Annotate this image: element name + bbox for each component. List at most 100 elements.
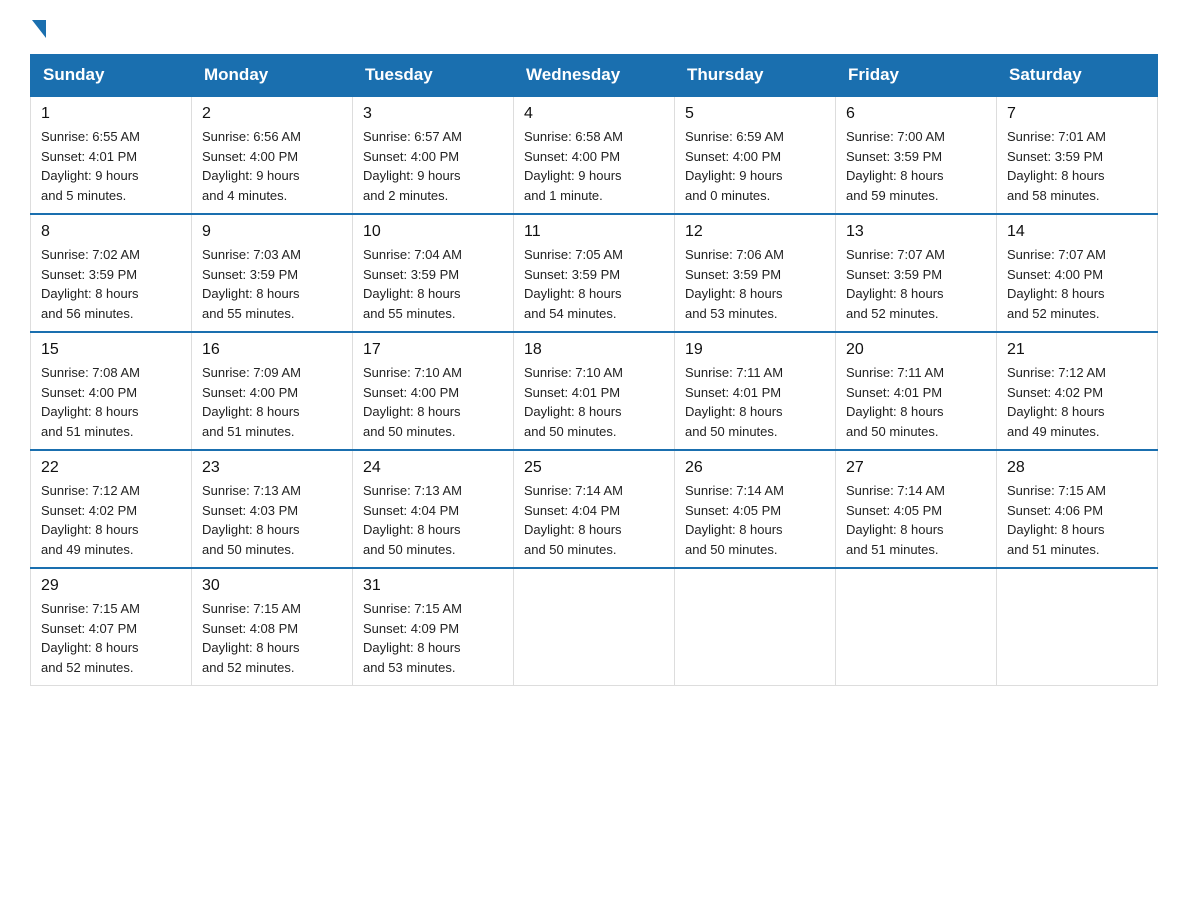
day-info: Sunrise: 7:09 AMSunset: 4:00 PMDaylight:…: [202, 363, 342, 441]
day-number: 13: [846, 223, 986, 241]
calendar-day-cell: 12 Sunrise: 7:06 AMSunset: 3:59 PMDaylig…: [675, 214, 836, 332]
day-number: 27: [846, 459, 986, 477]
calendar-day-cell: 3 Sunrise: 6:57 AMSunset: 4:00 PMDayligh…: [353, 96, 514, 214]
calendar-day-cell: 30 Sunrise: 7:15 AMSunset: 4:08 PMDaylig…: [192, 568, 353, 686]
page-header: [30, 20, 1158, 34]
day-info: Sunrise: 7:08 AMSunset: 4:00 PMDaylight:…: [41, 363, 181, 441]
day-info: Sunrise: 7:06 AMSunset: 3:59 PMDaylight:…: [685, 245, 825, 323]
calendar-day-cell: 8 Sunrise: 7:02 AMSunset: 3:59 PMDayligh…: [31, 214, 192, 332]
calendar-day-cell: 5 Sunrise: 6:59 AMSunset: 4:00 PMDayligh…: [675, 96, 836, 214]
calendar-header-tuesday: Tuesday: [353, 55, 514, 97]
calendar-day-cell: 25 Sunrise: 7:14 AMSunset: 4:04 PMDaylig…: [514, 450, 675, 568]
day-number: 21: [1007, 341, 1147, 359]
day-number: 4: [524, 105, 664, 123]
calendar-day-cell: 28 Sunrise: 7:15 AMSunset: 4:06 PMDaylig…: [997, 450, 1158, 568]
day-number: 22: [41, 459, 181, 477]
calendar-day-cell: [997, 568, 1158, 686]
calendar-header-sunday: Sunday: [31, 55, 192, 97]
day-number: 23: [202, 459, 342, 477]
calendar-day-cell: 21 Sunrise: 7:12 AMSunset: 4:02 PMDaylig…: [997, 332, 1158, 450]
calendar-week-row: 22 Sunrise: 7:12 AMSunset: 4:02 PMDaylig…: [31, 450, 1158, 568]
day-number: 31: [363, 577, 503, 595]
day-number: 19: [685, 341, 825, 359]
calendar-header-thursday: Thursday: [675, 55, 836, 97]
calendar-header-row: SundayMondayTuesdayWednesdayThursdayFrid…: [31, 55, 1158, 97]
day-number: 29: [41, 577, 181, 595]
day-info: Sunrise: 7:00 AMSunset: 3:59 PMDaylight:…: [846, 127, 986, 205]
day-info: Sunrise: 7:12 AMSunset: 4:02 PMDaylight:…: [1007, 363, 1147, 441]
day-info: Sunrise: 7:10 AMSunset: 4:00 PMDaylight:…: [363, 363, 503, 441]
calendar-day-cell: [675, 568, 836, 686]
day-info: Sunrise: 7:04 AMSunset: 3:59 PMDaylight:…: [363, 245, 503, 323]
day-number: 12: [685, 223, 825, 241]
day-info: Sunrise: 7:15 AMSunset: 4:06 PMDaylight:…: [1007, 481, 1147, 559]
day-info: Sunrise: 6:58 AMSunset: 4:00 PMDaylight:…: [524, 127, 664, 205]
calendar-day-cell: 24 Sunrise: 7:13 AMSunset: 4:04 PMDaylig…: [353, 450, 514, 568]
logo-triangle-icon: [32, 20, 46, 38]
logo: [30, 20, 48, 34]
calendar-day-cell: 19 Sunrise: 7:11 AMSunset: 4:01 PMDaylig…: [675, 332, 836, 450]
calendar-day-cell: 31 Sunrise: 7:15 AMSunset: 4:09 PMDaylig…: [353, 568, 514, 686]
calendar-header-wednesday: Wednesday: [514, 55, 675, 97]
day-number: 14: [1007, 223, 1147, 241]
day-info: Sunrise: 7:14 AMSunset: 4:05 PMDaylight:…: [846, 481, 986, 559]
day-info: Sunrise: 6:59 AMSunset: 4:00 PMDaylight:…: [685, 127, 825, 205]
calendar-header-friday: Friday: [836, 55, 997, 97]
day-number: 25: [524, 459, 664, 477]
calendar-day-cell: 4 Sunrise: 6:58 AMSunset: 4:00 PMDayligh…: [514, 96, 675, 214]
day-number: 20: [846, 341, 986, 359]
day-info: Sunrise: 6:57 AMSunset: 4:00 PMDaylight:…: [363, 127, 503, 205]
day-info: Sunrise: 7:07 AMSunset: 3:59 PMDaylight:…: [846, 245, 986, 323]
day-number: 5: [685, 105, 825, 123]
day-info: Sunrise: 7:15 AMSunset: 4:07 PMDaylight:…: [41, 599, 181, 677]
calendar-day-cell: 11 Sunrise: 7:05 AMSunset: 3:59 PMDaylig…: [514, 214, 675, 332]
day-info: Sunrise: 6:55 AMSunset: 4:01 PMDaylight:…: [41, 127, 181, 205]
day-info: Sunrise: 7:14 AMSunset: 4:04 PMDaylight:…: [524, 481, 664, 559]
day-number: 28: [1007, 459, 1147, 477]
day-info: Sunrise: 7:05 AMSunset: 3:59 PMDaylight:…: [524, 245, 664, 323]
calendar-day-cell: 20 Sunrise: 7:11 AMSunset: 4:01 PMDaylig…: [836, 332, 997, 450]
calendar-day-cell: 26 Sunrise: 7:14 AMSunset: 4:05 PMDaylig…: [675, 450, 836, 568]
calendar-day-cell: 9 Sunrise: 7:03 AMSunset: 3:59 PMDayligh…: [192, 214, 353, 332]
day-number: 7: [1007, 105, 1147, 123]
calendar-day-cell: 13 Sunrise: 7:07 AMSunset: 3:59 PMDaylig…: [836, 214, 997, 332]
calendar-table: SundayMondayTuesdayWednesdayThursdayFrid…: [30, 54, 1158, 686]
calendar-day-cell: [836, 568, 997, 686]
day-info: Sunrise: 6:56 AMSunset: 4:00 PMDaylight:…: [202, 127, 342, 205]
calendar-day-cell: 1 Sunrise: 6:55 AMSunset: 4:01 PMDayligh…: [31, 96, 192, 214]
day-number: 18: [524, 341, 664, 359]
calendar-header-saturday: Saturday: [997, 55, 1158, 97]
day-info: Sunrise: 7:07 AMSunset: 4:00 PMDaylight:…: [1007, 245, 1147, 323]
day-number: 15: [41, 341, 181, 359]
day-number: 11: [524, 223, 664, 241]
day-number: 9: [202, 223, 342, 241]
day-info: Sunrise: 7:14 AMSunset: 4:05 PMDaylight:…: [685, 481, 825, 559]
calendar-day-cell: 14 Sunrise: 7:07 AMSunset: 4:00 PMDaylig…: [997, 214, 1158, 332]
calendar-day-cell: 22 Sunrise: 7:12 AMSunset: 4:02 PMDaylig…: [31, 450, 192, 568]
calendar-week-row: 1 Sunrise: 6:55 AMSunset: 4:01 PMDayligh…: [31, 96, 1158, 214]
calendar-day-cell: 18 Sunrise: 7:10 AMSunset: 4:01 PMDaylig…: [514, 332, 675, 450]
calendar-week-row: 29 Sunrise: 7:15 AMSunset: 4:07 PMDaylig…: [31, 568, 1158, 686]
day-number: 3: [363, 105, 503, 123]
calendar-header-monday: Monday: [192, 55, 353, 97]
day-info: Sunrise: 7:13 AMSunset: 4:03 PMDaylight:…: [202, 481, 342, 559]
calendar-day-cell: 23 Sunrise: 7:13 AMSunset: 4:03 PMDaylig…: [192, 450, 353, 568]
day-info: Sunrise: 7:15 AMSunset: 4:09 PMDaylight:…: [363, 599, 503, 677]
day-number: 1: [41, 105, 181, 123]
day-info: Sunrise: 7:12 AMSunset: 4:02 PMDaylight:…: [41, 481, 181, 559]
day-info: Sunrise: 7:15 AMSunset: 4:08 PMDaylight:…: [202, 599, 342, 677]
calendar-day-cell: 16 Sunrise: 7:09 AMSunset: 4:00 PMDaylig…: [192, 332, 353, 450]
calendar-week-row: 8 Sunrise: 7:02 AMSunset: 3:59 PMDayligh…: [31, 214, 1158, 332]
calendar-week-row: 15 Sunrise: 7:08 AMSunset: 4:00 PMDaylig…: [31, 332, 1158, 450]
calendar-day-cell: 6 Sunrise: 7:00 AMSunset: 3:59 PMDayligh…: [836, 96, 997, 214]
calendar-day-cell: 10 Sunrise: 7:04 AMSunset: 3:59 PMDaylig…: [353, 214, 514, 332]
day-info: Sunrise: 7:10 AMSunset: 4:01 PMDaylight:…: [524, 363, 664, 441]
calendar-day-cell: [514, 568, 675, 686]
day-number: 26: [685, 459, 825, 477]
day-info: Sunrise: 7:11 AMSunset: 4:01 PMDaylight:…: [685, 363, 825, 441]
calendar-day-cell: 15 Sunrise: 7:08 AMSunset: 4:00 PMDaylig…: [31, 332, 192, 450]
day-info: Sunrise: 7:11 AMSunset: 4:01 PMDaylight:…: [846, 363, 986, 441]
calendar-day-cell: 27 Sunrise: 7:14 AMSunset: 4:05 PMDaylig…: [836, 450, 997, 568]
day-info: Sunrise: 7:03 AMSunset: 3:59 PMDaylight:…: [202, 245, 342, 323]
day-number: 10: [363, 223, 503, 241]
